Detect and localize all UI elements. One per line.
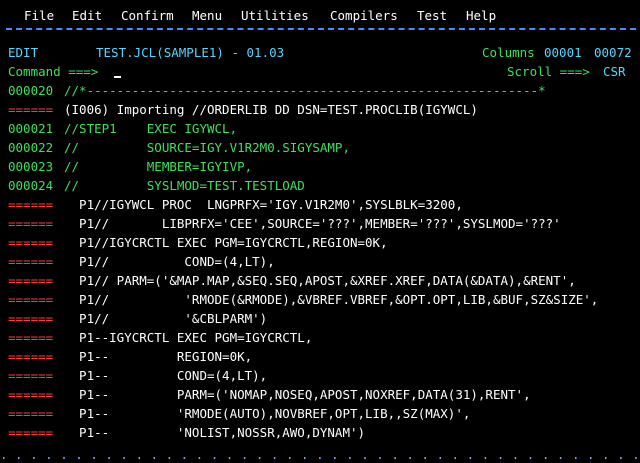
line-text: P1-- 'NOLIST,NOSSR,AWO,DYNAM') [64, 425, 366, 440]
columns-to: 00072 [594, 45, 632, 60]
editor-line: ====== (I006) Importing //ORDERLIB DD DSN… [0, 100, 640, 119]
line-text: P1// COND=(4,LT), [64, 254, 275, 269]
editor-line: ====== P1-- 'NOLIST,NOSSR,AWO,DYNAM') [0, 423, 640, 442]
editor-line: ====== P1// COND=(4,LT), [0, 252, 640, 271]
editor-line: 000023 // MEMBER=IGYIVP, [0, 157, 640, 176]
line-text[interactable]: // MEMBER=IGYIVP, [64, 157, 252, 176]
line-number[interactable]: ====== [8, 309, 53, 328]
line-number[interactable]: ====== [8, 385, 53, 404]
menu-help[interactable]: Help [466, 8, 496, 23]
line-number[interactable]: ====== [8, 214, 53, 233]
command-label: Command ===> [8, 64, 99, 79]
editor-line: ====== P1// '&CBLPARM') [0, 309, 640, 328]
line-number[interactable]: 000023 [8, 157, 53, 176]
line-text: P1// '&CBLPARM') [64, 311, 268, 326]
line-number[interactable]: ====== [8, 347, 53, 366]
line-text: P1//IGYWCL PROC LNGPRFX='IGY.V1R2M0',SYS… [64, 197, 463, 212]
line-text: P1// 'RMODE(&RMODE),&VBREF.VBREF,&OPT.OP… [64, 292, 599, 307]
editor-line: ====== P1// 'RMODE(&RMODE),&VBREF.VBREF,… [0, 290, 640, 309]
editor-line: ====== P1//IGYWCL PROC LNGPRFX='IGY.V1R2… [0, 195, 640, 214]
menu-confirm[interactable]: Confirm [121, 8, 174, 23]
line-number[interactable]: ====== [8, 366, 53, 385]
columns-from: 00001 [544, 45, 582, 60]
editor-line: ====== P1//IGYCRCTL EXEC PGM=IGYCRCTL,RE… [0, 233, 640, 252]
line-number[interactable]: ====== [8, 195, 53, 214]
editor-line: 000020 //*-------------------------------… [0, 81, 640, 100]
menu-separator [6, 28, 636, 33]
edit-header: EDIT TEST.JCL(SAMPLE1) - 01.03 Columns 0… [0, 43, 640, 62]
line-text: P1-- PARM=('NOMAP,NOSEQ,APOST,NOXREF,DAT… [64, 387, 531, 402]
editor-line: ====== P1// PARM=('&MAP.MAP,&SEQ.SEQ,APO… [0, 271, 640, 290]
line-text: P1-- 'RMODE(AUTO),NOVBREF,OPT,LIB,,SZ(MA… [64, 406, 471, 421]
line-number[interactable]: 000020 [8, 81, 53, 100]
edit-mode-label: EDIT [8, 45, 39, 60]
scroll-label: Scroll ===> [507, 64, 590, 79]
menu-file[interactable]: File [24, 8, 54, 23]
line-text: P1// LIBPRFX='CEE',SOURCE='???',MEMBER='… [64, 216, 561, 231]
editor-line: ====== P1// LIBPRFX='CEE',SOURCE='???',M… [0, 214, 640, 233]
command-input[interactable] [114, 62, 121, 81]
line-text: P1// PARM=('&MAP.MAP,&SEQ.SEQ,APOST,&XRE… [64, 273, 576, 288]
line-number[interactable]: ====== [8, 100, 53, 119]
line-text[interactable]: // SOURCE=IGY.V1R2M0.SIGYSAMP, [64, 138, 350, 157]
line-number[interactable]: 000024 [8, 176, 53, 195]
line-number[interactable]: ====== [8, 271, 53, 290]
line-number[interactable]: ====== [8, 404, 53, 423]
line-number[interactable]: ====== [8, 233, 53, 252]
dataset-name: TEST.JCL(SAMPLE1) - 01.03 [96, 45, 285, 60]
line-number[interactable]: ====== [8, 290, 53, 309]
editor-line: ====== P1-- REGION=0K, [0, 347, 640, 366]
menu-bar: File Edit Confirm Menu Utilities Compile… [0, 0, 640, 30]
scroll-amount-input[interactable]: CSR [603, 62, 626, 81]
menu-utilities[interactable]: Utilities [241, 8, 309, 23]
menu-edit[interactable]: Edit [72, 8, 102, 23]
line-text: P1-- COND=(4,LT), [64, 368, 268, 383]
line-text: P1//IGYCRCTL EXEC PGM=IGYCRCTL,REGION=0K… [64, 235, 388, 250]
command-line: Command ===> Scroll ===> CSR [0, 62, 640, 81]
editor-line: ====== P1-- COND=(4,LT), [0, 366, 640, 385]
editor-line: 000022 // SOURCE=IGY.V1R2M0.SIGYSAMP, [0, 138, 640, 157]
line-number[interactable]: ====== [8, 252, 53, 271]
line-number[interactable]: 000022 [8, 138, 53, 157]
editor-line: 000021 //STEP1 EXEC IGYWCL, [0, 119, 640, 138]
line-text[interactable]: //*-------------------------------------… [64, 81, 546, 100]
text-cursor [114, 76, 121, 78]
line-text[interactable]: //STEP1 EXEC IGYWCL, [64, 119, 237, 138]
line-text: P1-- REGION=0K, [64, 349, 253, 364]
line-text[interactable]: // SYSLMOD=TEST.TESTLOAD [64, 176, 305, 195]
line-number[interactable]: ====== [8, 328, 53, 347]
line-text: P1--IGYCRCTL EXEC PGM=IGYCRCTL, [64, 330, 313, 345]
empty-lines-marker: . . . . . . . . . . . . . . . . . . . . … [0, 447, 640, 462]
line-number[interactable]: ====== [8, 423, 53, 442]
menu-menu[interactable]: Menu [192, 8, 222, 23]
line-number[interactable]: 000021 [8, 119, 53, 138]
columns-label: Columns [482, 45, 535, 60]
menu-test[interactable]: Test [417, 8, 447, 23]
editor-line: ====== P1--IGYCRCTL EXEC PGM=IGYCRCTL, [0, 328, 640, 347]
menu-compilers[interactable]: Compilers [330, 8, 398, 23]
editor-line: 000024 // SYSLMOD=TEST.TESTLOAD [0, 176, 640, 195]
editor-line: ====== P1-- PARM=('NOMAP,NOSEQ,APOST,NOX… [0, 385, 640, 404]
editor-line: ====== P1-- 'RMODE(AUTO),NOVBREF,OPT,LIB… [0, 404, 640, 423]
import-message: (I006) Importing //ORDERLIB DD DSN=TEST.… [64, 102, 478, 117]
